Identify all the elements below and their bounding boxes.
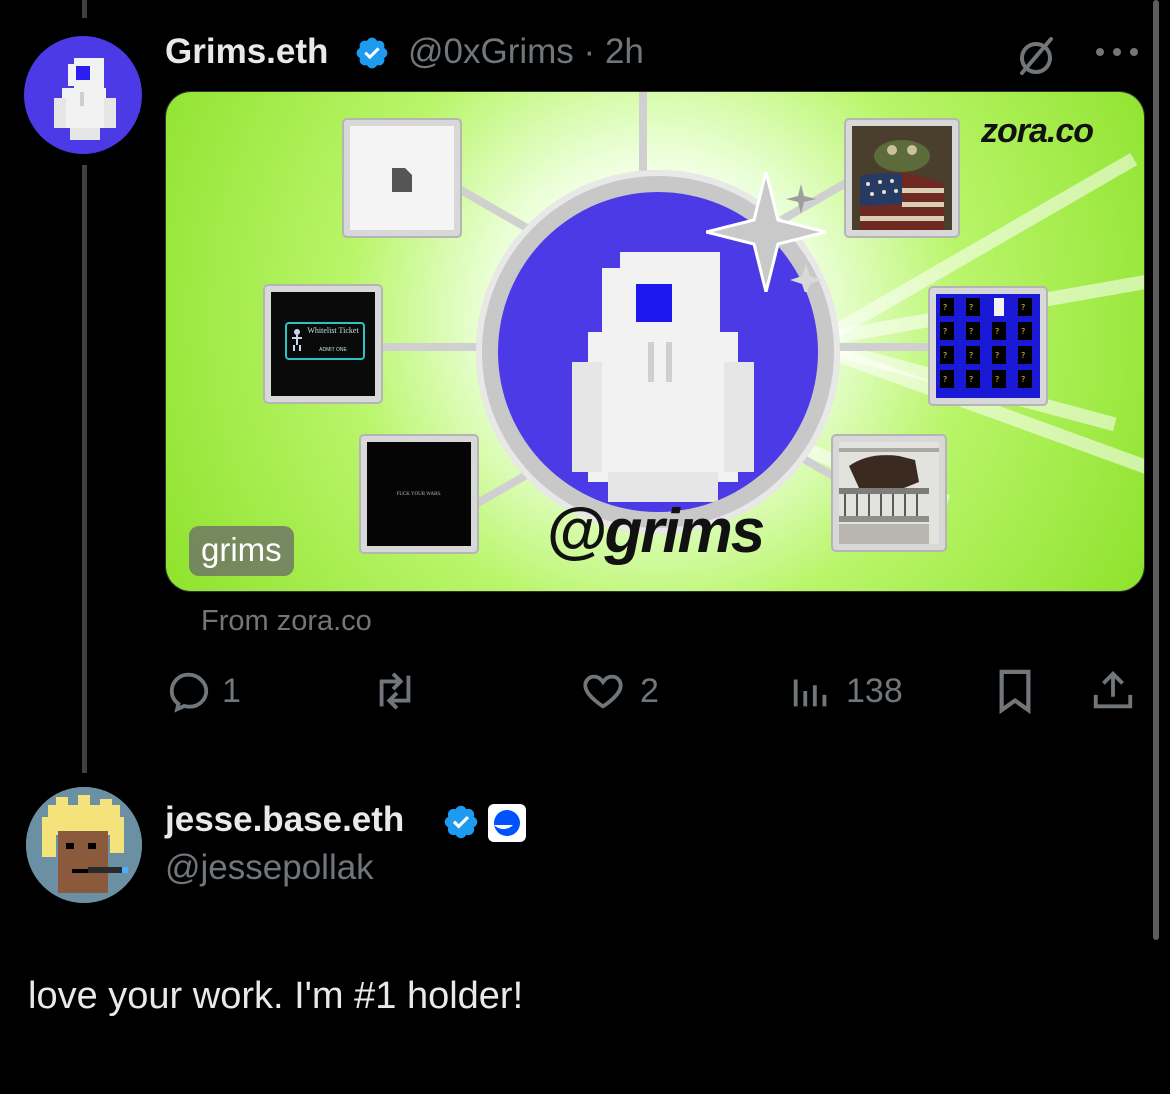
- link-card[interactable]: Whitelist Ticket ADMIT ONE FUCK YOUR WAR…: [165, 91, 1145, 592]
- document-icon: [392, 168, 412, 192]
- svg-text:?: ?: [995, 375, 999, 384]
- card-handle-label: @grims: [546, 497, 765, 566]
- views-count: 138: [846, 671, 903, 710]
- author-handle[interactable]: @0xGrims: [408, 32, 574, 71]
- card-source[interactable]: From zora.co: [201, 605, 372, 638]
- frog-flag-art: [852, 126, 952, 230]
- avatar-jesse[interactable]: [26, 787, 142, 903]
- wars-text: FUCK YOUR WARS.: [396, 492, 442, 497]
- svg-text:?: ?: [943, 303, 947, 312]
- display-name[interactable]: Grims.eth: [165, 32, 328, 71]
- thumb-fuck-your-wars: FUCK YOUR WARS.: [361, 436, 477, 552]
- reply-count: 1: [222, 671, 241, 710]
- svg-text:?: ?: [1021, 375, 1025, 384]
- svg-text:?: ?: [1021, 351, 1025, 360]
- bookmark-button[interactable]: [994, 668, 1036, 714]
- svg-text:?: ?: [1021, 303, 1025, 312]
- avatar-grims[interactable]: [24, 36, 142, 154]
- thumb-flag-frog: [846, 120, 958, 236]
- svg-text:?: ?: [969, 351, 973, 360]
- like-button[interactable]: 2: [580, 668, 659, 714]
- like-count: 2: [640, 671, 659, 710]
- meta-separator: ·: [583, 32, 596, 71]
- ticket-subtitle: ADMIT ONE: [319, 347, 347, 353]
- svg-text:?: ?: [943, 351, 947, 360]
- repost-button[interactable]: [370, 668, 420, 714]
- tweet-author-name[interactable]: Grims.eth: [165, 32, 328, 72]
- share-button[interactable]: [1090, 668, 1136, 714]
- like-icon: [583, 674, 623, 709]
- tweet-meta: @0xGrims · 2h: [408, 32, 644, 72]
- thumb-mystery-grid: ??? ???? ???? ????: [930, 288, 1046, 404]
- reply-body: love your work. I'm #1 holder!: [28, 975, 524, 1017]
- base-badge-icon: [488, 804, 526, 842]
- skeleton-icon: [292, 329, 302, 351]
- card-brand-label: zora.co: [981, 112, 1094, 150]
- reply-author-handle[interactable]: @jessepollak: [165, 848, 374, 888]
- svg-text:?: ?: [969, 375, 973, 384]
- thumb-whitelist-ticket: Whitelist Ticket ADMIT ONE: [265, 286, 381, 402]
- sparkle-small-icon: [786, 184, 816, 214]
- ticket-frame: Whitelist Ticket ADMIT ONE: [285, 322, 365, 360]
- svg-text:?: ?: [969, 303, 973, 312]
- thread-line-top: [82, 0, 87, 18]
- ticket-title: Whitelist Ticket: [307, 326, 359, 335]
- verified-badge-icon: [444, 805, 478, 839]
- share-icon: [1093, 671, 1133, 709]
- reply-author-name[interactable]: jesse.base.eth: [165, 800, 404, 840]
- thread-line: [82, 165, 87, 773]
- scrollbar[interactable]: [1153, 0, 1159, 940]
- reply-button[interactable]: 1: [166, 668, 241, 714]
- grok-icon[interactable]: [1013, 33, 1059, 79]
- thumb-document: [344, 120, 460, 236]
- more-icon[interactable]: [1094, 44, 1140, 60]
- svg-text:?: ?: [1021, 327, 1025, 336]
- mystery-grid-art: ??? ???? ???? ????: [936, 294, 1040, 398]
- repost-icon: [379, 672, 411, 710]
- reply-icon: [169, 672, 209, 713]
- tweet-time[interactable]: 2h: [605, 32, 644, 71]
- views-icon: [793, 679, 827, 707]
- thumb-horse-balcony: [833, 436, 945, 550]
- svg-text:?: ?: [943, 375, 947, 384]
- svg-text:?: ?: [969, 327, 973, 336]
- svg-text:?: ?: [943, 327, 947, 336]
- horse-balcony-art: [839, 442, 939, 544]
- bookmark-icon: [999, 669, 1031, 714]
- svg-text:?: ?: [995, 351, 999, 360]
- views-button[interactable]: 138: [788, 668, 903, 714]
- card-tag: grims: [189, 526, 294, 576]
- verified-badge-icon: [356, 37, 388, 69]
- svg-text:?: ?: [995, 327, 999, 336]
